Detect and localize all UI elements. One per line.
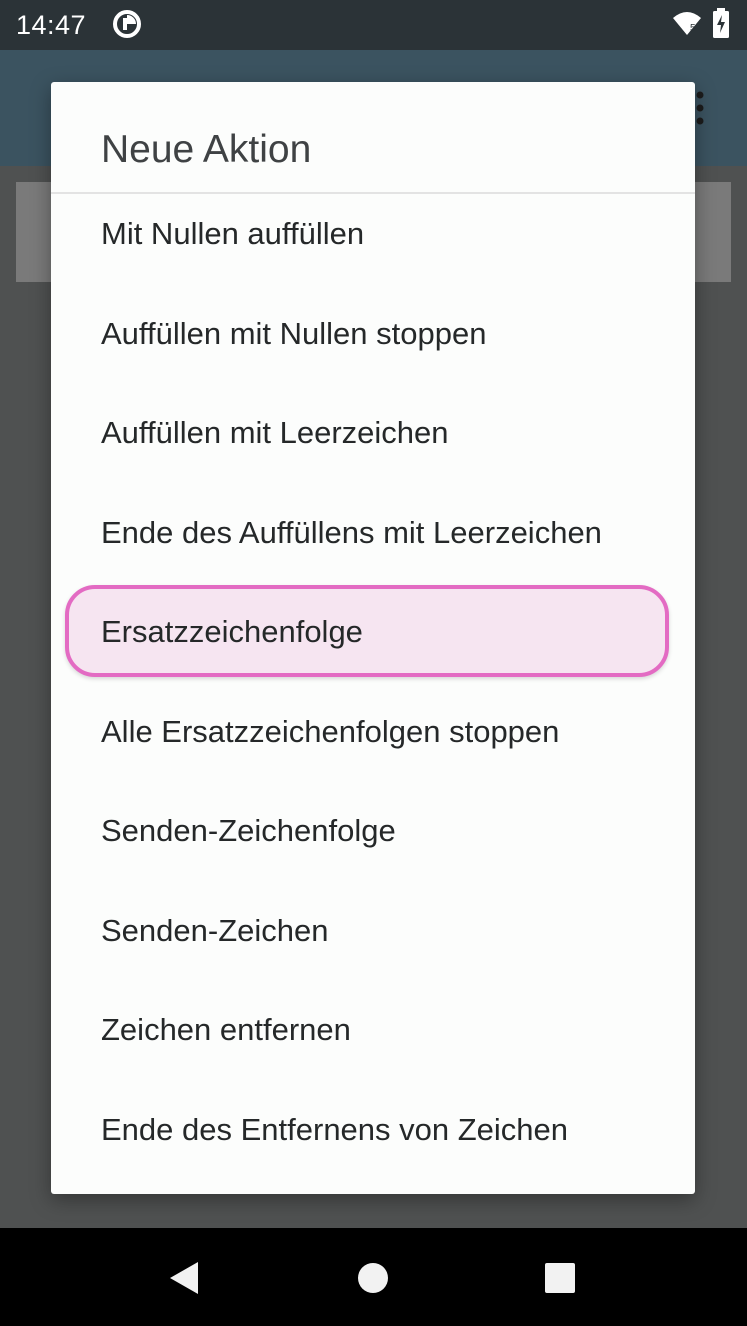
action-item-auffuellen-mit-leerzeichen[interactable]: Auffüllen mit Leerzeichen	[51, 381, 695, 481]
action-item-label: Zeichen entfernen	[101, 1012, 351, 1047]
status-bar: 14:47 5	[0, 0, 747, 50]
action-item-label: Ende des Entfernens von Zeichen	[101, 1111, 569, 1147]
recents-icon[interactable]	[544, 1262, 576, 1294]
dialog-title: Neue Aktion	[101, 128, 312, 171]
status-time: 14:47	[16, 10, 87, 40]
action-item-label: Senden-Zeichenfolge	[101, 813, 396, 848]
action-item-senden-zeichen[interactable]: Senden-Zeichen	[51, 879, 695, 979]
home-icon[interactable]	[357, 1262, 389, 1294]
action-item-label: Alle Ersatzzeichenfolgen stoppen	[101, 713, 560, 749]
action-item-ende-des-entfernens[interactable]: Ende des Entfernens von Zeichen	[51, 1078, 695, 1178]
battery-charging-icon	[713, 8, 729, 38]
action-item-label: Ende des Auffüllens mit Leerzeichen	[101, 514, 602, 550]
action-item-label: Senden-Zeichen	[101, 912, 329, 948]
action-item-auffuellen-mit-nullen-stoppen[interactable]: Auffüllen mit Nullen stoppen	[51, 282, 695, 382]
action-item-zeichen-entfernen[interactable]: Zeichen entfernen	[51, 978, 695, 1078]
back-icon[interactable]	[168, 1260, 200, 1296]
new-action-dialog: Neue Aktion Mit Nullen auffüllen Auffüll…	[51, 82, 695, 1194]
wifi-icon: 5	[673, 12, 701, 35]
action-item-mit-nullen-auffuellen[interactable]: Mit Nullen auffüllen	[51, 182, 695, 282]
overflow-menu-icon[interactable]	[694, 90, 706, 126]
action-item-senden-zeichenfolge[interactable]: Senden-Zeichenfolge	[51, 779, 695, 879]
action-item-label: Auffüllen mit Nullen stoppen	[101, 315, 487, 351]
action-item-label: Mit Nullen auffüllen	[101, 216, 365, 251]
action-item-alle-ersatzzeichenfolgen-stoppen[interactable]: Alle Ersatzzeichenfolgen stoppen	[51, 680, 695, 780]
action-item-label: Ersatzzeichenfolge	[101, 614, 363, 649]
app-notification-icon	[113, 10, 141, 38]
action-item-label: Auffüllen mit Leerzeichen	[101, 415, 449, 450]
action-item-ersatzzeichenfolge[interactable]: Ersatzzeichenfolge	[51, 580, 695, 680]
action-list: Mit Nullen auffüllen Auffüllen mit Nulle…	[51, 182, 695, 1177]
svg-text:5: 5	[690, 23, 696, 34]
action-item-ende-des-auffuellens[interactable]: Ende des Auffüllens mit Leerzeichen	[51, 481, 695, 581]
